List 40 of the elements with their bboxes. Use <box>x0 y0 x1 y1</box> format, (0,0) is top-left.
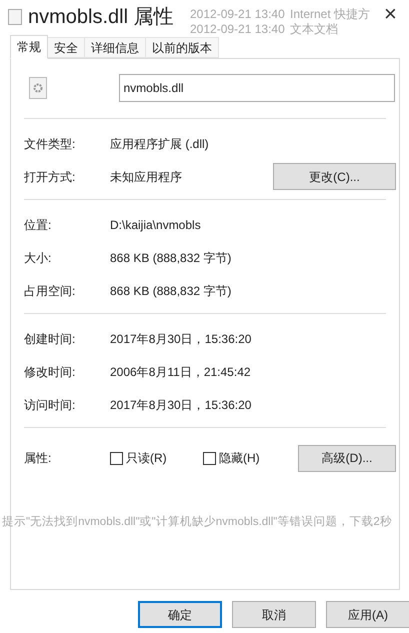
background-text: 提示"无法找到nvmobls.dll"或"计算机缺少nvmobls.dll"等错误问题，下载2秒 <box>2 514 392 530</box>
checkbox[interactable] <box>110 452 123 464</box>
background-text: 2012-09-21 13:40 <box>190 6 285 23</box>
checkbox-label[interactable]: 只读(R) <box>126 449 167 467</box>
change-button[interactable]: 更改(C)... <box>273 163 396 190</box>
field-value: 868 KB (888,832 字节) <box>110 282 232 300</box>
dialog-button[interactable]: 应用(A) <box>326 601 409 628</box>
field-label: 位置: <box>24 216 52 234</box>
field-label: 创建时间: <box>24 330 76 348</box>
background-text: Internet 快捷方 <box>290 6 370 23</box>
tab[interactable]: 安全 <box>48 37 85 58</box>
tab[interactable]: 详细信息 <box>85 37 146 58</box>
dialog-button[interactable]: 确定 <box>138 601 222 628</box>
field-value: 应用程序扩展 (.dll) <box>110 136 210 152</box>
field-label: 占用空间: <box>24 282 76 300</box>
field-label: 打开方式: <box>24 168 76 186</box>
dialog-button[interactable]: 取消 <box>232 601 316 628</box>
window-title: nvmobls.dll 属性 <box>28 5 174 30</box>
field-label: 大小: <box>24 250 52 266</box>
background-text: 2012-09-21 13:40 <box>190 21 285 38</box>
field-value: 2017年8月30日，15:36:20 <box>110 330 252 348</box>
close-button[interactable]: × <box>384 0 397 28</box>
tab[interactable]: 以前的版本 <box>146 37 219 58</box>
file-icon <box>29 77 46 99</box>
advanced-button[interactable]: 高级(D)... <box>298 444 396 472</box>
field-label: 文件类型: <box>24 136 76 152</box>
tab[interactable]: 常规 <box>10 35 48 59</box>
field-value: D:\kaijia\nvmobls <box>110 216 202 234</box>
name-field[interactable]: nvmobls.dll <box>118 74 395 102</box>
checkbox[interactable] <box>203 452 216 464</box>
field-label: 属性: <box>24 450 52 467</box>
checkbox-label[interactable]: 隐藏(H) <box>219 449 260 467</box>
field-label: 访问时间: <box>24 396 76 414</box>
field-label: 修改时间: <box>24 364 76 380</box>
field-value: 未知应用程序 <box>110 168 183 186</box>
field-value: 868 KB (888,832 字节) <box>110 250 232 266</box>
field-value: 2017年8月30日，15:36:20 <box>110 396 252 414</box>
background-text: 文本文档 <box>290 21 338 38</box>
field-value: 2006年8月11日，21:45:42 <box>110 364 252 380</box>
file-icon <box>8 9 22 25</box>
